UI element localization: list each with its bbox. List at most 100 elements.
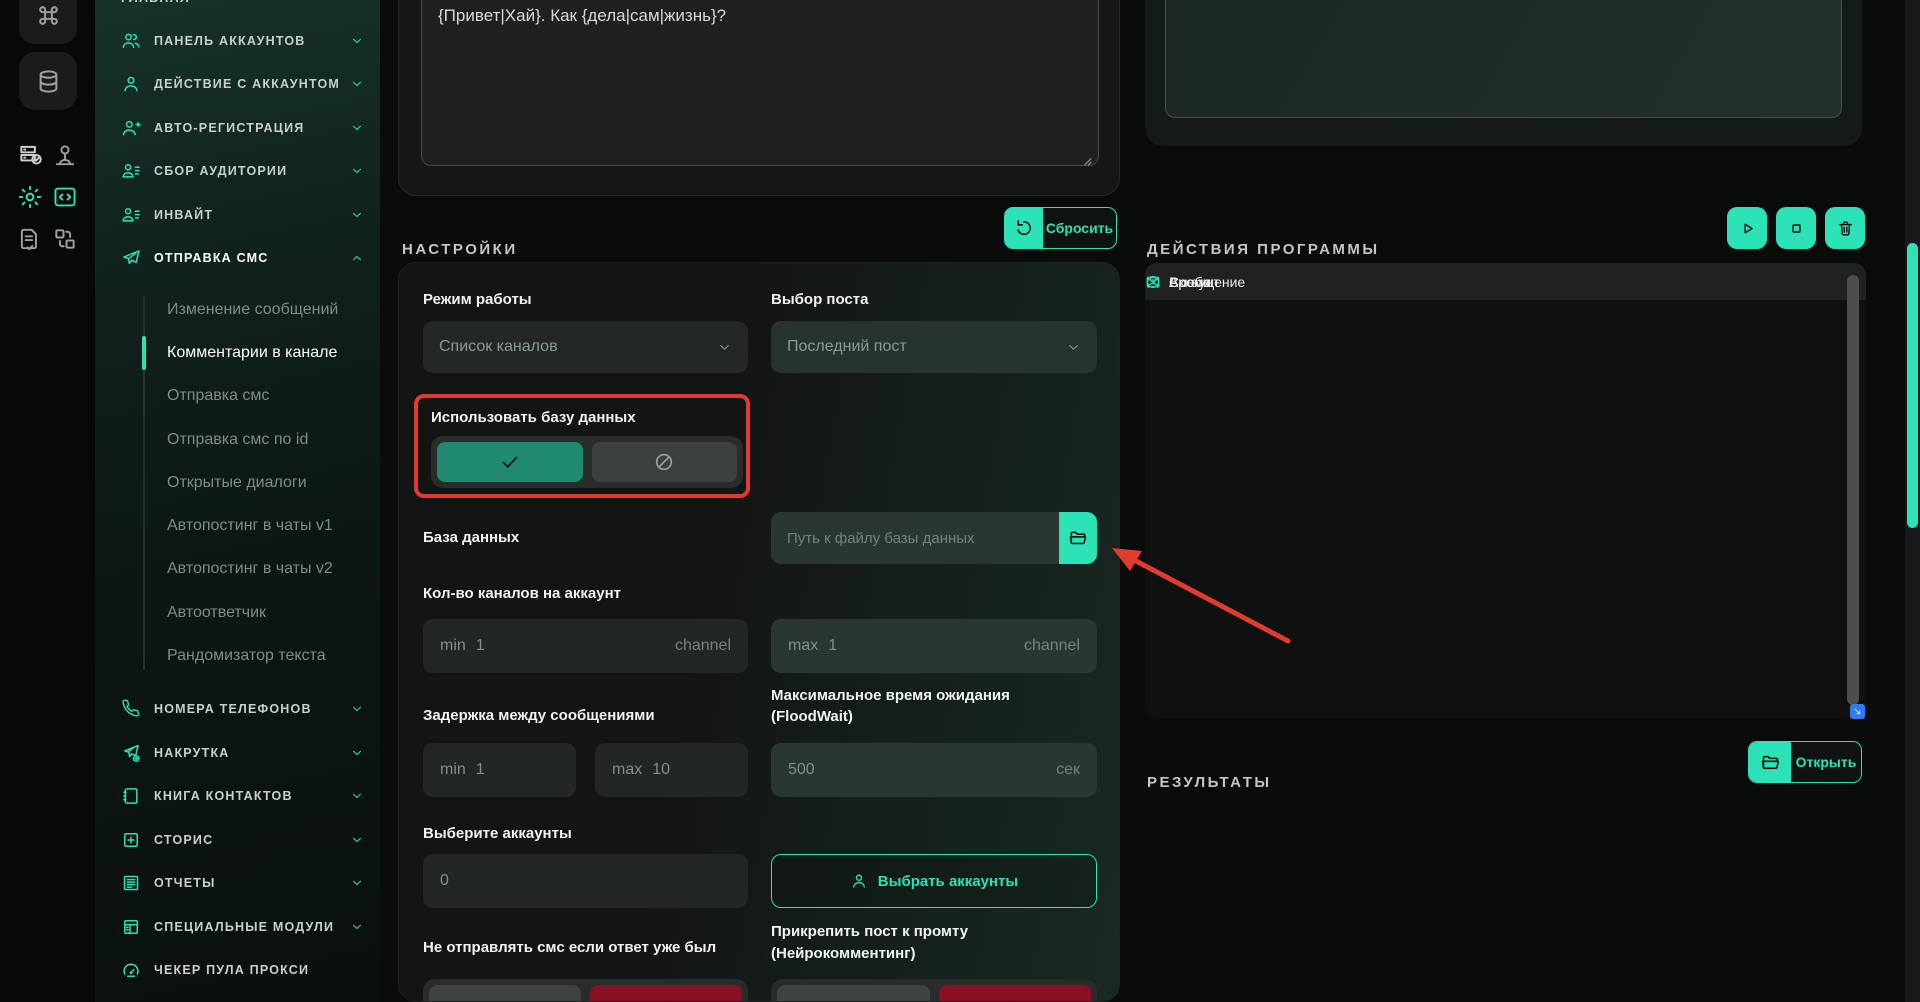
mode-select[interactable]: Список каналов — [423, 321, 748, 373]
preview-area[interactable] — [1165, 0, 1842, 118]
sidebar-item-label: СБОР АУДИТОРИИ — [154, 164, 287, 178]
rail-icon-gear[interactable] — [17, 183, 44, 210]
delay-max-input[interactable]: max 10 — [595, 743, 748, 797]
use-db-toggle-on[interactable] — [437, 442, 583, 482]
sidebar-item-stories[interactable]: СТОРИС — [95, 818, 380, 862]
sidebar-item-label: НАКРУТКА — [154, 746, 230, 760]
rail-icon-swap[interactable] — [51, 225, 78, 252]
submenu-item-label: Автопостинг в чаты v1 — [167, 517, 333, 535]
sidebar-item-phone-numbers[interactable]: НОМЕРА ТЕЛЕФОНОВ — [95, 688, 380, 732]
sidebar-item-icon — [121, 873, 141, 893]
delay-min-input[interactable]: min 1 — [423, 743, 576, 797]
db-browse-button[interactable] — [1059, 512, 1097, 564]
post-select-value: Последний пост — [787, 338, 907, 356]
rail-database-button[interactable] — [19, 52, 77, 110]
sidebar-item-label: ОТЧЕТЫ — [154, 876, 216, 890]
submenu-item-open-dialogs[interactable]: Открытые диалоги — [95, 461, 380, 504]
submenu-item-change-messages[interactable]: Изменение сообщений — [95, 288, 380, 331]
chevron-down-icon — [717, 340, 732, 355]
select-accounts-button[interactable]: Выбрать аккаунты — [771, 854, 1097, 908]
sidebar-item-audience-collect[interactable]: СБОР АУДИТОРИИ — [95, 150, 380, 194]
message-text-input[interactable]: {Привет|Хай}. Как {дела|сам|жизнь}? — [421, 0, 1099, 166]
reset-icon — [1005, 208, 1043, 248]
stop-icon — [1787, 219, 1806, 238]
sidebar-item-invite[interactable]: ИНВАЙТ — [95, 193, 380, 237]
slash-circle-icon — [1004, 998, 1026, 1002]
sidebar-item-auto-registration[interactable]: АВТО-РЕГИСТРАЦИЯ — [95, 106, 380, 150]
no-resend-toggle-on[interactable] — [429, 985, 581, 1002]
no-resend-label: Не отправлять смс если ответ уже был — [423, 939, 716, 956]
page-scrollbar-thumb[interactable] — [1907, 243, 1918, 528]
page-scrollbar-track[interactable] — [1905, 0, 1920, 1002]
chevron-icon — [350, 251, 364, 265]
sidebar-item-label: ПАНЕЛЬ АККАУНТОВ — [154, 34, 306, 48]
reset-button[interactable]: Сбросить — [1004, 207, 1117, 249]
submenu-item-send-sms-id[interactable]: Отправка смс по id — [95, 418, 380, 461]
sidebar-item-accounts-panel[interactable]: ПАНЕЛЬ АККАУНТОВ — [95, 19, 380, 63]
floodwait-input[interactable]: 500 сек — [771, 743, 1097, 797]
submenu-item-label: Отправка смс по id — [167, 431, 308, 449]
select-accounts-label: Выбрать аккаунты — [878, 873, 1018, 890]
attach-post-label-line1: Прикрепить пост к промту — [771, 923, 968, 940]
channels-min-input[interactable]: min 1 channel — [423, 619, 748, 673]
rail-icon-doc-check[interactable] — [17, 225, 44, 252]
channels-max-input[interactable]: max 1 channel — [771, 619, 1097, 673]
sidebar-item-contact-book[interactable]: КНИГА КОНТАКТОВ — [95, 775, 380, 819]
no-resend-toggle-off[interactable] — [590, 985, 742, 1002]
mode-select-value: Список каналов — [439, 338, 558, 356]
message-editor-card: {Привет|Хай}. Как {дела|сам|жизнь}? — [398, 0, 1120, 196]
sidebar: ГЛАВНАЯ ПАНЕЛЬ АККАУНТОВ ДЕЙСТВИЕ С АККА… — [95, 0, 380, 1002]
use-db-toggle-off[interactable] — [592, 442, 738, 482]
sidebar-item-label: СТОРИС — [154, 833, 213, 847]
clear-button[interactable] — [1825, 207, 1865, 249]
submenu-item-autoposting-v2[interactable]: Автопостинг в чаты v2 — [95, 548, 380, 591]
attach-post-toggle-on[interactable] — [777, 985, 930, 1002]
post-select[interactable]: Последний пост — [771, 321, 1097, 373]
check-icon — [499, 451, 521, 473]
delay-min-value: 1 — [476, 761, 485, 779]
db-path-row: Путь к файлу базы данных — [771, 512, 1097, 564]
open-results-button[interactable]: Открыть — [1748, 741, 1862, 783]
sidebar-item-account-action[interactable]: ДЕЙСТВИЕ С АККАУНТОМ — [95, 63, 380, 107]
attach-post-toggle-off[interactable] — [939, 985, 1092, 1002]
channels-min-value: 1 — [476, 637, 485, 655]
start-button[interactable] — [1727, 207, 1767, 249]
sidebar-item-proxy-checker[interactable]: ЧЕКЕР ПУЛА ПРОКСИ — [95, 949, 380, 993]
table-resize-handle[interactable] — [1850, 704, 1865, 719]
accounts-count-value: 0 — [440, 872, 449, 890]
chevron-icon — [350, 876, 364, 890]
delay-label: Задержка между сообщениями — [423, 707, 655, 724]
submenu-item-autoresponder[interactable]: Автоответчик — [95, 591, 380, 634]
left-rail — [0, 0, 95, 1002]
sidebar-item-sms-send[interactable]: ОТПРАВКА СМС — [95, 237, 380, 281]
slash-circle-icon — [655, 998, 677, 1002]
table-scrollbar-thumb[interactable] — [1847, 275, 1859, 705]
submenu-item-text-randomizer[interactable]: Рандомизатор текста — [95, 634, 380, 677]
chevron-icon — [350, 833, 364, 847]
command-icon — [35, 2, 62, 29]
db-path-input[interactable]: Путь к файлу базы данных — [771, 512, 1059, 564]
slash-circle-icon — [653, 451, 675, 473]
rail-icon-person-stand[interactable] — [51, 141, 78, 168]
textarea-resize-grip-icon[interactable] — [1077, 151, 1093, 167]
play-icon — [1738, 219, 1757, 238]
submenu-item-send-sms[interactable]: Отправка смс — [95, 375, 380, 418]
submenu-item-label: Рандомизатор текста — [167, 647, 326, 665]
sidebar-item-icon — [121, 205, 141, 225]
open-results-label: Открыть — [1791, 742, 1861, 782]
sidebar-item-boosting[interactable]: НАКРУТКА — [95, 731, 380, 775]
submenu-item-channel-comments[interactable]: Комментарии в канале — [95, 331, 380, 374]
delay-max-prefix: max — [612, 761, 642, 779]
mode-label: Режим работы — [423, 291, 532, 308]
sidebar-item-reports[interactable]: ОТЧЕТЫ — [95, 862, 380, 906]
submenu-item-autoposting-v1[interactable]: Автопостинг в чаты v1 — [95, 504, 380, 547]
accounts-count-input[interactable]: 0 — [423, 854, 748, 908]
sidebar-item-special-modules[interactable]: СПЕЦИАЛЬНЫЕ МОДУЛИ — [95, 905, 380, 949]
rail-command-button[interactable] — [19, 0, 77, 44]
rail-icon-code-window[interactable] — [51, 183, 78, 210]
stop-button[interactable] — [1776, 207, 1816, 249]
submenu-item-label: Открытые диалоги — [167, 474, 307, 492]
column-label: Сообщение — [1169, 274, 1245, 290]
sidebar-item-glavnaya[interactable]: ГЛАВНАЯ — [95, 0, 380, 19]
rail-icon-server-check[interactable] — [17, 141, 44, 168]
